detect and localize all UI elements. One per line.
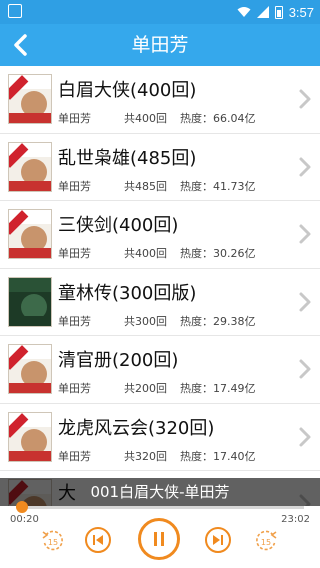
item-title: 清官册(200回) — [58, 350, 179, 371]
chevron-right-icon — [299, 359, 311, 379]
album-cover-image — [8, 411, 52, 462]
item-title: 童林传(300回版) — [58, 282, 197, 304]
chevron-right-icon — [299, 157, 311, 176]
signal-icon — [256, 6, 269, 18]
chevron-right-icon — [299, 292, 311, 311]
item-author: 单田芳 — [58, 449, 91, 463]
item-episode-count: 共400回 — [124, 247, 167, 260]
item-author: 单田芳 — [58, 179, 91, 193]
forward-15-button[interactable]: 15 — [253, 528, 279, 554]
item-popularity: 热度：29.38亿 — [180, 314, 256, 328]
forward-label: 15 — [261, 538, 271, 547]
page-title: 单田芳 — [131, 34, 189, 56]
item-episode-count: 共320回 — [124, 449, 167, 463]
item-episode-count: 共200回 — [124, 382, 167, 395]
item-popularity: 热度：17.49亿 — [180, 382, 256, 395]
status-bar: 3:57 — [0, 0, 320, 24]
chevron-right-icon — [299, 89, 311, 109]
list-item[interactable]: 乱世枭雄(485回) 单田芳 共485回 热度：41.73亿 — [0, 133, 320, 201]
item-popularity: 热度：17.40亿 — [180, 449, 256, 463]
pause-icon — [154, 532, 164, 546]
list-item[interactable]: 三侠剑(400回) 单田芳 共400回 热度：30.26亿 — [0, 201, 320, 269]
album-cover-image — [8, 344, 52, 394]
now-playing-title: 001白眉大侠-单田芳 — [0, 478, 320, 506]
forward-icon: 15 — [256, 530, 277, 551]
next-button[interactable] — [205, 527, 231, 553]
album-cover-image — [8, 141, 52, 192]
item-episode-count: 共400回 — [124, 112, 167, 125]
item-episode-count: 共485回 — [124, 179, 167, 193]
item-author: 单田芳 — [58, 314, 91, 328]
album-cover-image — [8, 276, 52, 327]
player-bar: 00:20 23:02 15 15 — [0, 501, 320, 568]
list-item[interactable]: 白眉大侠(400回) 单田芳 共400回 热度：66.04亿 — [0, 66, 320, 134]
previous-button[interactable] — [85, 527, 111, 553]
list-item[interactable]: 童林传(300回版) 单田芳 共300回 热度：29.38亿 — [0, 268, 320, 336]
item-title: 白眉大侠(400回) — [58, 80, 197, 101]
rewind-15-button[interactable]: 15 — [40, 528, 66, 554]
app-header: 单田芳 — [0, 24, 320, 66]
notification-icon — [8, 4, 22, 18]
rewind-label: 15 — [48, 538, 58, 547]
chevron-right-icon — [299, 427, 311, 446]
album-list: 白眉大侠(400回) 单田芳 共400回 热度：66.04亿 乱世枭雄(485回… — [0, 66, 320, 506]
progress-bar[interactable] — [16, 501, 304, 513]
skip-previous-icon — [93, 535, 103, 545]
item-title: 乱世枭雄(485回) — [58, 147, 197, 169]
item-popularity: 热度：66.04亿 — [180, 112, 256, 125]
item-popularity: 热度：30.26亿 — [180, 247, 256, 260]
item-episode-count: 共300回 — [124, 314, 167, 328]
item-popularity: 热度：41.73亿 — [180, 179, 256, 193]
item-author: 单田芳 — [58, 382, 91, 395]
item-author: 单田芳 — [58, 247, 91, 260]
total-time: 23:02 — [281, 514, 310, 525]
status-icons: 3:57 — [237, 0, 314, 24]
item-title: 三侠剑(400回) — [58, 215, 179, 236]
current-time: 00:20 — [10, 514, 39, 525]
album-cover-image — [8, 209, 52, 259]
progress-knob[interactable] — [16, 501, 29, 513]
status-time: 3:57 — [288, 4, 314, 20]
chevron-right-icon — [299, 224, 311, 244]
item-author: 单田芳 — [58, 112, 91, 125]
list-item[interactable]: 清官册(200回) 单田芳 共200回 热度：17.49亿 — [0, 336, 320, 404]
album-cover-image — [8, 74, 52, 124]
item-title: 龙虎风云会(320回) — [58, 417, 215, 439]
list-item[interactable]: 龙虎风云会(320回) 单田芳 共320回 热度：17.40亿 — [0, 403, 320, 471]
play-pause-button[interactable] — [138, 518, 180, 560]
battery-icon — [274, 5, 283, 19]
rewind-icon: 15 — [42, 530, 63, 551]
wifi-icon — [237, 7, 251, 17]
skip-next-icon — [213, 535, 223, 545]
